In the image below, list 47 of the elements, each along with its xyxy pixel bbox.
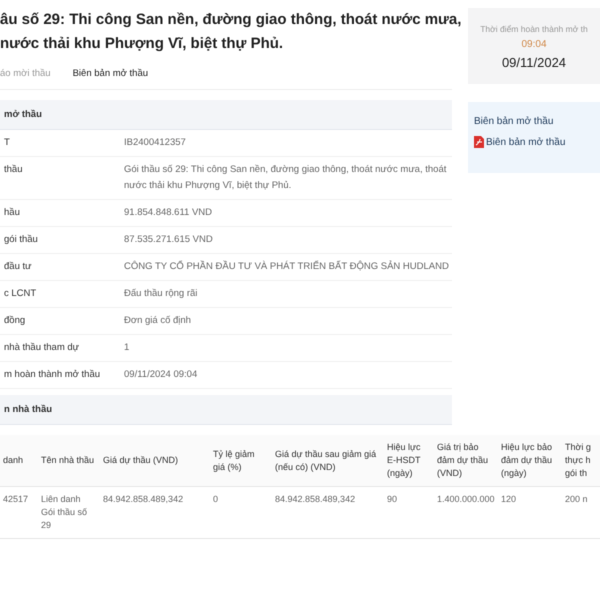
table-cell: 84.942.858.489,342 <box>100 486 210 538</box>
column-header: Hiệu lực E-HSDT (ngày) <box>384 435 434 486</box>
table-cell: Liên danh Gói thầu số 29 <box>38 486 100 538</box>
field-label: m hoàn thành mở thầu <box>4 368 102 382</box>
column-header: Giá dự thầu sau giảm giá (nếu có) (VND) <box>272 435 384 486</box>
field-label: c LCNT <box>4 287 38 301</box>
field-value: Đơn giá cố định <box>124 314 192 328</box>
field-value: 09/11/2024 09:04 <box>124 368 198 382</box>
column-header: Thời g thực h gói th <box>562 435 600 486</box>
table-cell: 90 <box>384 486 434 538</box>
completion-date: 09/11/2024 <box>500 55 568 70</box>
field-label: nhà thầu tham dự <box>4 341 80 355</box>
column-header: Tỷ lệ giảm giá (%) <box>210 435 272 486</box>
field-value: 1 <box>124 341 130 355</box>
completion-caption: Thời điểm hoàn thành mở th <box>479 24 589 34</box>
table-cell: 200 n <box>562 486 600 538</box>
column-header: Hiệu lực bảo đảm dự thầu (ngày) <box>498 435 562 486</box>
field-value: 91.854.848.611 VND <box>124 206 214 220</box>
pdf-icon <box>474 136 484 148</box>
field-value: 87.535.271.615 VND <box>124 233 214 247</box>
section-header: n nhà thầu <box>0 395 452 425</box>
column-header: Giá trị bảo đảm dự thầu (VND) <box>434 435 498 486</box>
field-value: Gói thầu số 29: Thi công San nền, đường giao thông, thoát nước mưa, thoát nước thải khu Phượng Vĩ, biệt thự Phủ. <box>124 163 448 193</box>
completion-time: 09:04 <box>520 39 548 50</box>
field-label: gói thầu <box>4 233 39 247</box>
field-label: đầu tư <box>4 260 32 274</box>
table-cell: 84.942.858.489,342 <box>272 486 384 538</box>
table-cell: 0 <box>210 486 272 538</box>
field-label: đồng <box>4 314 26 328</box>
document-link[interactable]: Biên bản mở thầu <box>474 136 566 148</box>
column-header: danh <box>0 435 38 486</box>
field-label: thầu <box>4 163 24 177</box>
table-cell: 42517 <box>0 486 38 538</box>
field-value: CÔNG TY CỔ PHẦN ĐẦU TƯ VÀ PHÁT TRIỂN BẤT ĐỘNG SẢN HUDLAND <box>124 260 450 274</box>
panel-heading: Biên bản mở thầu <box>474 116 554 127</box>
table-cell: 1.400.000.000 <box>434 486 498 538</box>
column-header: Tên nhà thầu <box>38 435 100 486</box>
section-header: mở thầu <box>0 100 452 130</box>
tab[interactable]: Biên bản mở thầu <box>72 66 148 81</box>
page-title-line: âu số 29: Thi công San nền, đường giao thông, thoát nước mưa, <box>0 10 462 30</box>
page-title-line: nước thải khu Phượng Vĩ, biệt thự Phủ. <box>0 34 284 54</box>
field-label: hầu <box>4 206 21 220</box>
field-label: T <box>4 136 11 150</box>
field-value: Đấu thầu rộng rãi <box>124 287 198 301</box>
field-value: IB2400412357 <box>124 136 187 150</box>
table-cell: 120 <box>498 486 562 538</box>
column-header: Giá dự thầu (VND) <box>100 435 210 486</box>
